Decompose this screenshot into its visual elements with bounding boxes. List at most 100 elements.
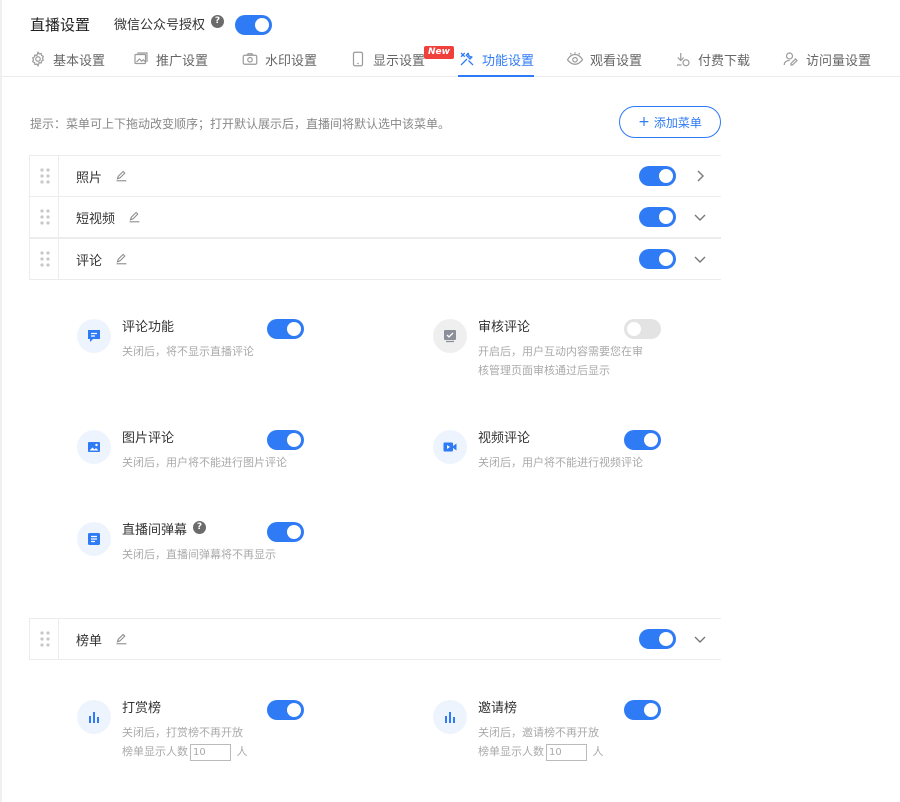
chevron-right-icon[interactable] [692, 168, 708, 184]
comment-function-toggle[interactable] [267, 319, 304, 339]
tab-basic-settings[interactable]: 基本设置 [29, 44, 105, 77]
comment-icon [77, 319, 111, 353]
rank-count-unit: 人 [236, 745, 248, 758]
feature-desc: 关闭后，直播间弹幕将不再显示 [122, 548, 276, 561]
video-comment-toggle[interactable] [624, 430, 661, 450]
bar-chart-icon [77, 700, 111, 734]
feature-desc: 关闭后，将不显示直播评论 [122, 345, 254, 358]
tab-label: 水印设置 [265, 54, 318, 69]
chevron-down-icon[interactable] [692, 251, 708, 267]
feature-desc-line: 核管理页面审核通过后显示 [478, 364, 610, 377]
drag-dots-icon [40, 209, 50, 225]
tab-label: 访问量设置 [806, 54, 872, 69]
tools-icon [460, 52, 474, 66]
edit-icon[interactable] [115, 169, 128, 182]
menu-toggle[interactable] [639, 166, 676, 186]
rank-count-unit: 人 [592, 745, 604, 758]
drag-handle[interactable] [29, 197, 59, 237]
barrage-icon [77, 522, 111, 556]
feature-title: 评论功能 [122, 320, 175, 335]
tab-display-settings[interactable]: 显示设置 [349, 44, 425, 77]
drag-handle[interactable] [29, 156, 59, 196]
new-badge: New [424, 46, 454, 59]
left-border [0, 0, 2, 802]
feature-desc: 关闭后，打赏榜不再开放 榜单显示人数 10 人 [122, 723, 248, 761]
page-title: 直播设置 [30, 16, 91, 34]
rank-count-label: 榜单显示人数 [122, 745, 188, 758]
hint-text: 提示：菜单可上下拖动改变顺序；打开默认展示后，直播间将默认选中该菜单。 [30, 117, 451, 131]
edit-icon[interactable] [115, 252, 128, 265]
feature-desc: 关闭后，邀请榜不再开放 榜单显示人数 10 人 [478, 723, 604, 761]
edit-icon[interactable] [128, 210, 141, 223]
reward-rank-toggle[interactable] [267, 700, 304, 720]
rank-count-input[interactable]: 10 [190, 743, 231, 761]
rank-count-label: 榜单显示人数 [478, 745, 544, 758]
tab-promotion-settings[interactable]: 推广设置 [132, 44, 208, 77]
feature-title: 视频评论 [478, 431, 531, 446]
picture-comment-toggle[interactable] [267, 430, 304, 450]
camera-icon [242, 53, 258, 65]
feature-desc: 关闭后，用户将不能进行图片评论 [122, 456, 287, 469]
tablet-icon [352, 51, 364, 67]
menu-row-comment[interactable]: 评论 [29, 238, 721, 280]
chevron-down-icon[interactable] [692, 209, 708, 225]
image-icon [134, 52, 148, 65]
feature-desc-line: 关闭后，打赏榜不再开放 [122, 726, 243, 739]
invite-rank-toggle[interactable] [624, 700, 661, 720]
tab-label: 观看设置 [590, 54, 643, 69]
plus-icon: + [638, 114, 650, 130]
chevron-down-icon[interactable] [692, 631, 708, 647]
feature-title: 邀请榜 [478, 701, 518, 716]
menu-row-short-video[interactable]: 短视频 [29, 196, 721, 238]
tab-label: 显示设置 [373, 54, 426, 69]
feature-desc: 关闭后，用户将不能进行视频评论 [478, 456, 643, 469]
tab-label: 付费下载 [698, 54, 751, 69]
wechat-auth-toggle[interactable] [235, 15, 272, 35]
menu-toggle[interactable] [639, 207, 676, 227]
rank-count-input[interactable]: 10 [546, 743, 587, 761]
barrage-toggle[interactable] [267, 522, 304, 542]
menu-toggle[interactable] [639, 249, 676, 269]
bar-chart-icon [433, 700, 467, 734]
help-icon[interactable]: ? [211, 15, 224, 28]
tab-viewing-settings[interactable]: 观看设置 [566, 44, 642, 77]
rank-count-row: 榜单显示人数 10 人 [478, 742, 604, 761]
picture-icon [77, 430, 111, 464]
tab-label: 推广设置 [156, 54, 209, 69]
drag-dots-icon [40, 631, 50, 647]
wechat-auth-label: 微信公众号授权 [114, 18, 206, 33]
menu-label: 榜单 [76, 634, 103, 649]
coin-icon [677, 53, 690, 67]
tab-label: 基本设置 [53, 54, 106, 69]
add-menu-button[interactable]: + 添加菜单 [619, 106, 721, 138]
feature-title: 图片评论 [122, 431, 175, 446]
menu-label: 照片 [76, 171, 103, 186]
tab-label: 功能设置 [482, 54, 535, 69]
menu-label: 评论 [76, 254, 103, 269]
drag-handle[interactable] [29, 619, 59, 659]
gear-icon [32, 50, 44, 68]
tab-watermark-settings[interactable]: 水印设置 [241, 44, 317, 77]
feature-title: 直播间弹幕 [122, 523, 188, 538]
feature-title: 打赏榜 [122, 701, 162, 716]
menu-row-ranking[interactable]: 榜单 [29, 618, 721, 660]
feature-title: 审核评论 [478, 320, 531, 335]
eye-icon [566, 52, 584, 65]
feature-desc-line: 开启后，用户互动内容需要您在审 [478, 345, 643, 358]
help-icon[interactable]: ? [193, 521, 206, 534]
edit-icon[interactable] [115, 632, 128, 645]
drag-dots-icon [40, 168, 50, 184]
video-icon [433, 430, 467, 464]
user-icon [783, 52, 798, 66]
drag-handle[interactable] [29, 239, 59, 279]
rank-count-row: 榜单显示人数 10 人 [122, 742, 248, 761]
feature-desc: 开启后，用户互动内容需要您在审 核管理页面审核通过后显示 [478, 342, 643, 380]
add-menu-label: 添加菜单 [653, 115, 702, 130]
review-comment-toggle[interactable] [624, 319, 661, 339]
tab-paid-download[interactable]: 付费下载 [674, 44, 750, 77]
tab-feature-settings[interactable]: 功能设置 [458, 44, 535, 77]
menu-row-photo[interactable]: 照片 [29, 155, 721, 197]
menu-toggle[interactable] [639, 629, 676, 649]
tab-traffic-settings[interactable]: 访问量设置 [782, 44, 871, 77]
menu-label: 短视频 [76, 212, 116, 227]
